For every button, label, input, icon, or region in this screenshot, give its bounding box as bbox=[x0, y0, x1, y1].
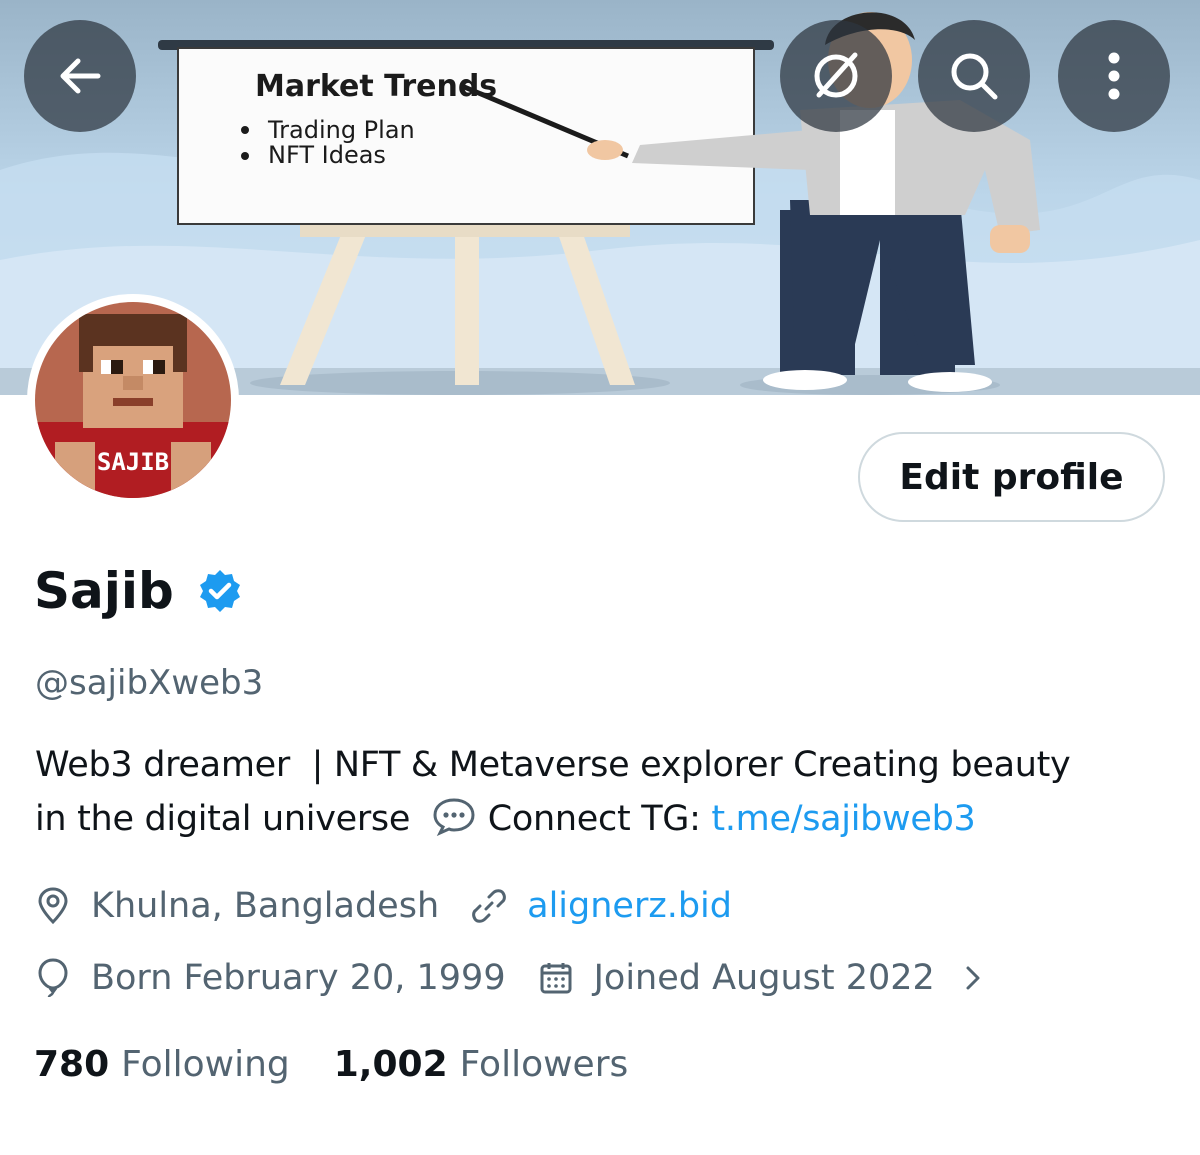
board-item: NFT Ideas bbox=[268, 141, 386, 169]
website[interactable]: alignerz.bid bbox=[471, 882, 732, 930]
following-label: Following bbox=[121, 1044, 290, 1085]
bio-text: in the digital universe bbox=[35, 799, 411, 839]
chevron-right-icon[interactable] bbox=[963, 963, 983, 993]
followers-label: Followers bbox=[459, 1044, 629, 1085]
search-button[interactable] bbox=[918, 20, 1030, 132]
followers-stat[interactable]: 1,002 Followers bbox=[334, 1040, 629, 1090]
profile-meta-row: Khulna, Bangladesh alignerz.bid bbox=[35, 882, 732, 930]
joined-text: Joined August 2022 bbox=[593, 958, 935, 998]
arrow-left-icon bbox=[60, 58, 101, 94]
grok-button[interactable] bbox=[780, 20, 892, 132]
search-icon bbox=[951, 53, 998, 100]
birthday-text: Born February 20, 1999 bbox=[91, 958, 506, 998]
telegram-link[interactable]: t.me/sajibweb3 bbox=[711, 799, 975, 839]
joined-date: Joined August 2022 bbox=[538, 954, 935, 1002]
verified-badge-icon[interactable] bbox=[196, 567, 244, 615]
balloon-icon bbox=[38, 958, 68, 998]
link-icon bbox=[472, 889, 506, 923]
bio-line: in the digital universe Connect TG: t.me… bbox=[35, 792, 1165, 846]
avatar[interactable]: SAJIB bbox=[27, 294, 239, 506]
location: Khulna, Bangladesh bbox=[35, 882, 439, 930]
avatar-image: SAJIB bbox=[35, 302, 231, 498]
grok-icon bbox=[814, 52, 858, 98]
profile-meta-row: Born February 20, 1999 Joined August 202… bbox=[35, 954, 983, 1002]
location-text: Khulna, Bangladesh bbox=[91, 886, 440, 926]
calendar-icon bbox=[540, 963, 572, 994]
following-count: 780 bbox=[34, 1044, 110, 1085]
speech-bubble-icon bbox=[433, 798, 475, 836]
edit-profile-button[interactable]: Edit profile bbox=[858, 432, 1165, 522]
avatar-shirt-text: SAJIB bbox=[97, 448, 169, 476]
follow-stats: 780 Following 1,002 Followers bbox=[34, 1040, 628, 1090]
board-item: Trading Plan bbox=[267, 116, 415, 144]
more-button[interactable] bbox=[1058, 20, 1170, 132]
website-link[interactable]: alignerz.bid bbox=[527, 882, 732, 930]
following-stat[interactable]: 780 Following bbox=[34, 1040, 290, 1090]
bio-text: Connect TG: bbox=[487, 799, 712, 839]
display-name: Sajib bbox=[34, 562, 174, 620]
followers-count: 1,002 bbox=[333, 1044, 448, 1085]
board-title: Market Trends bbox=[255, 69, 497, 104]
bio: Web3 dreamer | NFT & Metaverse explorer … bbox=[35, 738, 1165, 846]
user-handle: @sajibXweb3 bbox=[35, 663, 264, 703]
more-vertical-icon bbox=[1108, 52, 1120, 100]
back-button[interactable] bbox=[24, 20, 136, 132]
location-pin-icon bbox=[38, 887, 68, 925]
birthday: Born February 20, 1999 bbox=[35, 954, 506, 1002]
bio-line: Web3 dreamer | NFT & Metaverse explorer … bbox=[35, 745, 1071, 785]
